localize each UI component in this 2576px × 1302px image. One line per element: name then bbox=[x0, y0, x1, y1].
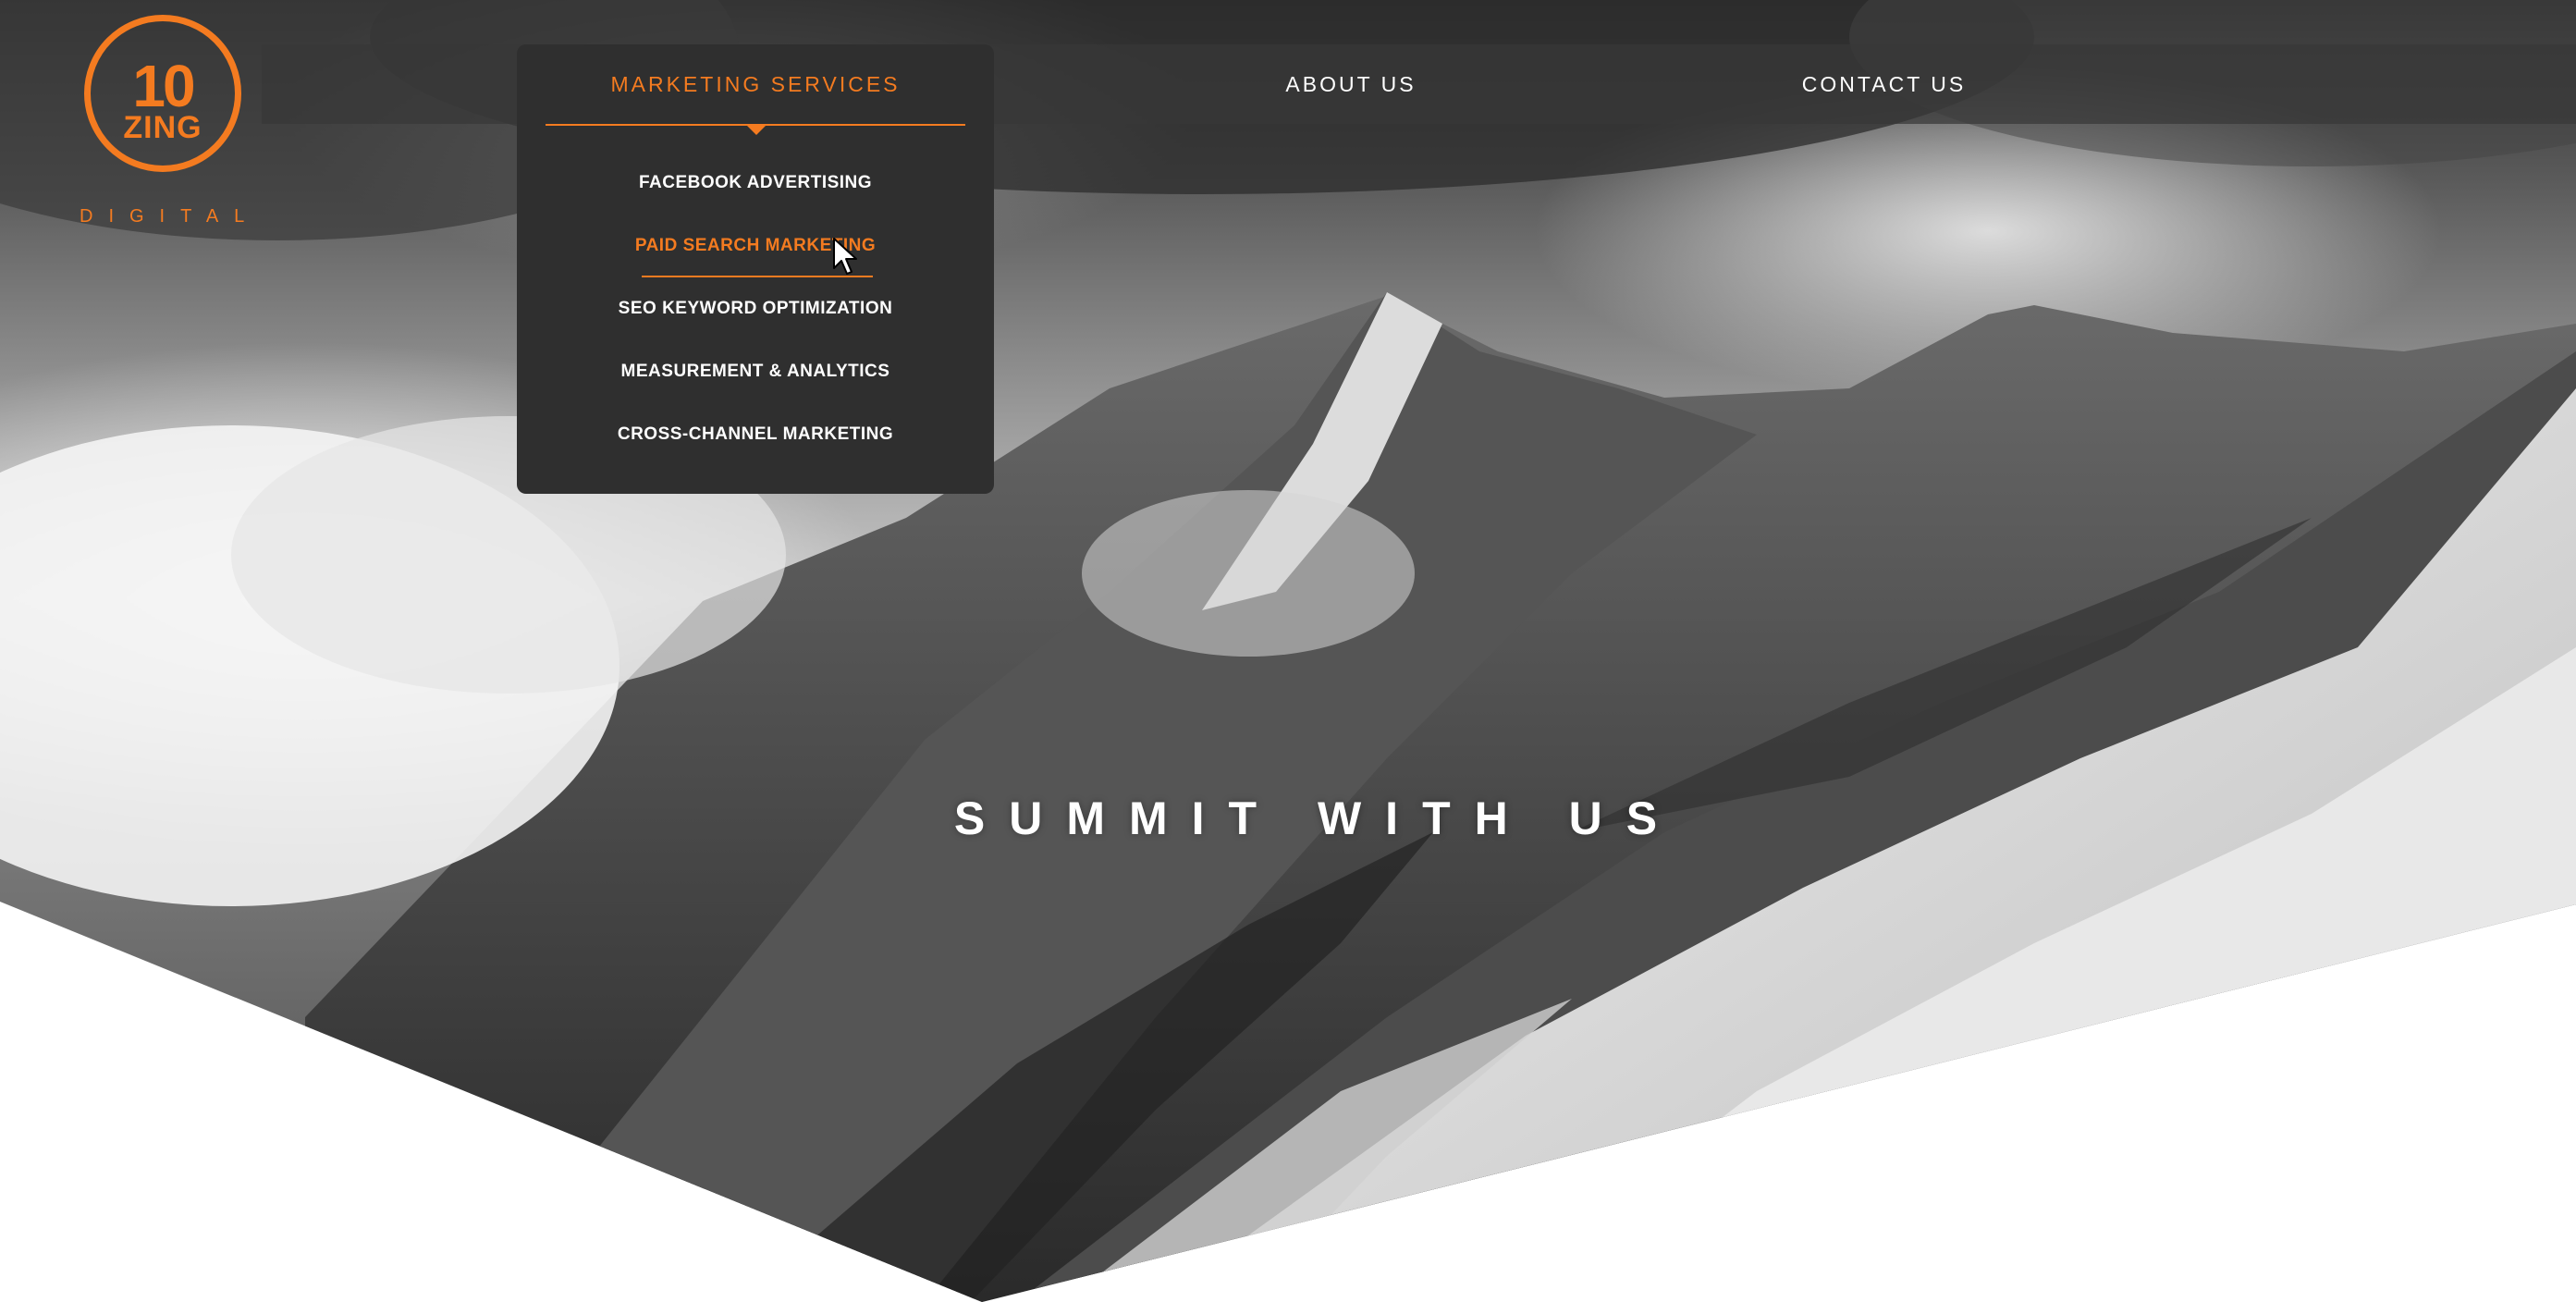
menu-item-seo-keyword-optimization[interactable]: SEO KEYWORD OPTIMIZATION bbox=[517, 290, 994, 327]
nav-marketing-services[interactable]: MARKETING SERVICES bbox=[517, 44, 994, 124]
hero-background-image bbox=[0, 0, 2576, 1302]
menu-item-paid-search-marketing[interactable]: PAID SEARCH MARKETING bbox=[517, 227, 994, 264]
nav-contact-us[interactable]: CONTACT US bbox=[1757, 44, 2011, 124]
logo-subtitle: DIGITAL bbox=[80, 206, 261, 227]
mountain-illustration bbox=[0, 0, 2576, 1302]
caret-down-icon bbox=[746, 125, 767, 135]
hero-headline: SUMMIT WITH US bbox=[953, 792, 1682, 844]
menu-item-cross-channel-marketing[interactable]: CROSS-CHANNEL MARKETING bbox=[517, 416, 994, 453]
marketing-services-dropdown: MARKETING SERVICES FACEBOOK ADVERTISING … bbox=[517, 44, 994, 494]
mouse-pointer-icon bbox=[833, 238, 857, 275]
logo-wordmark: ZING bbox=[123, 110, 202, 145]
zing-digital-logo[interactable]: 10 ZING DIGITAL bbox=[80, 15, 255, 226]
nav-about-us[interactable]: ABOUT US bbox=[1235, 44, 1466, 124]
menu-item-measurement-analytics[interactable]: MEASUREMENT & ANALYTICS bbox=[517, 353, 994, 390]
logo-mark: 10 bbox=[132, 53, 195, 119]
menu-item-facebook-advertising[interactable]: FACEBOOK ADVERTISING bbox=[517, 165, 994, 202]
